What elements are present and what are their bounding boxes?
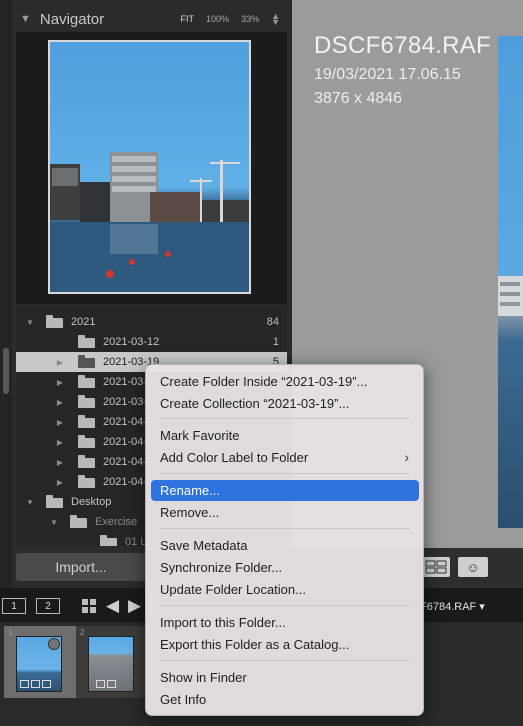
filmstrip-current-file[interactable]: F6784.RAF ▾ bbox=[420, 600, 485, 613]
navigator-title: Navigator bbox=[39, 10, 105, 28]
context-menu: Create Folder Inside “2021-03-19”... Cre… bbox=[145, 364, 424, 716]
collapse-triangle-icon[interactable]: ▼ bbox=[20, 13, 31, 25]
folder-icon bbox=[78, 435, 95, 448]
photo-datetime: 19/03/2021 17.06.15 bbox=[314, 66, 461, 83]
menu-item-save-metadata[interactable]: Save Metadata bbox=[151, 535, 419, 556]
expand-triangle-icon[interactable]: ▼ bbox=[24, 498, 36, 507]
grid-view-icon[interactable] bbox=[82, 599, 96, 613]
menu-item-synchronize-folder[interactable]: Synchronize Folder... bbox=[151, 557, 419, 578]
left-scrollbar[interactable] bbox=[0, 0, 12, 588]
expand-triangle-icon[interactable]: ▶ bbox=[54, 418, 66, 427]
import-button[interactable]: Import... bbox=[16, 553, 146, 581]
folder-icon bbox=[78, 335, 95, 348]
thumbnail-badges bbox=[20, 680, 51, 688]
expand-triangle-icon[interactable]: ▼ bbox=[24, 318, 36, 327]
main-photo[interactable] bbox=[498, 36, 523, 528]
folder-name: 2021-03-12 bbox=[103, 336, 160, 348]
monitor-1-button[interactable]: 1 bbox=[2, 598, 26, 614]
photo-filename: DSCF6784.RAF bbox=[314, 32, 491, 59]
folder-icon bbox=[78, 455, 95, 468]
expand-triangle-icon[interactable]: ▶ bbox=[54, 458, 66, 467]
folder-icon bbox=[78, 415, 95, 428]
forward-arrow-icon[interactable]: ▶ bbox=[128, 596, 141, 616]
expand-triangle-icon[interactable]: ▼ bbox=[48, 518, 60, 527]
submenu-chevron-icon: › bbox=[404, 449, 409, 465]
zoom-33-option[interactable]: 33% bbox=[241, 14, 259, 24]
menu-item-create-folder-inside[interactable]: Create Folder Inside “2021-03-19”... bbox=[151, 371, 419, 392]
menu-item-add-color-label[interactable]: Add Color Label to Folder › bbox=[151, 447, 419, 468]
filmstrip-cell[interactable]: 2 bbox=[76, 626, 152, 698]
menu-separator bbox=[160, 473, 410, 474]
folder-icon bbox=[46, 315, 63, 328]
menu-item-remove[interactable]: Remove... bbox=[151, 502, 419, 523]
back-arrow-icon[interactable]: ◀ bbox=[106, 596, 119, 616]
menu-separator bbox=[160, 418, 410, 419]
menu-separator bbox=[160, 660, 410, 661]
menu-separator bbox=[160, 528, 410, 529]
cell-number: 2 bbox=[80, 628, 85, 637]
folder-icon bbox=[70, 515, 87, 528]
scrollbar-thumb[interactable] bbox=[3, 348, 9, 394]
menu-item-import-to-folder[interactable]: Import to this Folder... bbox=[151, 612, 419, 633]
folder-row[interactable]: 2021-03-12 1 bbox=[16, 332, 287, 352]
menu-item-create-collection[interactable]: Create Collection “2021-03-19”... bbox=[151, 393, 419, 414]
expand-triangle-icon[interactable]: ▶ bbox=[54, 478, 66, 487]
menu-separator bbox=[160, 605, 410, 606]
zoom-fit-option[interactable]: FIT bbox=[181, 14, 195, 24]
zoom-100-option[interactable]: 100% bbox=[206, 14, 229, 24]
folder-count: 1 bbox=[272, 336, 279, 348]
menu-item-show-in-finder[interactable]: Show in Finder bbox=[151, 667, 419, 688]
people-view-icon[interactable]: ☺ bbox=[458, 557, 488, 577]
expand-triangle-icon[interactable]: ▶ bbox=[54, 378, 66, 387]
folder-name: 2021 bbox=[71, 316, 96, 328]
menu-item-get-info[interactable]: Get Info bbox=[151, 689, 419, 710]
expand-triangle-icon[interactable]: ▶ bbox=[54, 398, 66, 407]
monitor-2-button[interactable]: 2 bbox=[36, 598, 60, 614]
menu-item-rename[interactable]: Rename... bbox=[151, 480, 419, 501]
folder-icon bbox=[78, 395, 95, 408]
menu-item-label: Add Color Label to Folder bbox=[160, 450, 309, 465]
zoom-options: FIT 100% 33% ▲ ▼ bbox=[181, 12, 280, 27]
folder-icon bbox=[78, 475, 95, 488]
expand-triangle-icon[interactable]: ▶ bbox=[54, 358, 66, 367]
menu-item-export-as-catalog[interactable]: Export this Folder as a Catalog... bbox=[151, 634, 419, 655]
navigator-header[interactable]: ▼ Navigator FIT 100% 33% ▲ ▼ bbox=[14, 6, 288, 32]
folder-row-2021[interactable]: ▼ 2021 84 bbox=[16, 312, 287, 332]
badge-icon bbox=[48, 638, 60, 650]
expand-triangle-icon[interactable]: ▶ bbox=[54, 438, 66, 447]
cell-number: 1 bbox=[8, 628, 13, 637]
menu-item-mark-favorite[interactable]: Mark Favorite bbox=[151, 425, 419, 446]
folder-icon bbox=[78, 375, 95, 388]
folder-icon bbox=[46, 495, 63, 508]
filmstrip-cell[interactable]: 1 bbox=[4, 626, 80, 698]
folder-icon bbox=[100, 535, 117, 546]
lightroom-window: ▼ Navigator FIT 100% 33% ▲ ▼ ▼ 2021 84 2… bbox=[0, 0, 523, 726]
folder-count: 84 bbox=[266, 316, 279, 328]
zoom-stepper-icon[interactable]: ▲ ▼ bbox=[271, 12, 280, 27]
photo-dimensions: 3876 x 4846 bbox=[314, 90, 403, 107]
menu-item-update-folder-location[interactable]: Update Folder Location... bbox=[151, 579, 419, 600]
thumbnail-badges bbox=[96, 680, 116, 688]
survey-view-icon[interactable] bbox=[422, 557, 450, 577]
folder-icon bbox=[78, 355, 95, 368]
navigator-photo[interactable] bbox=[48, 40, 251, 294]
